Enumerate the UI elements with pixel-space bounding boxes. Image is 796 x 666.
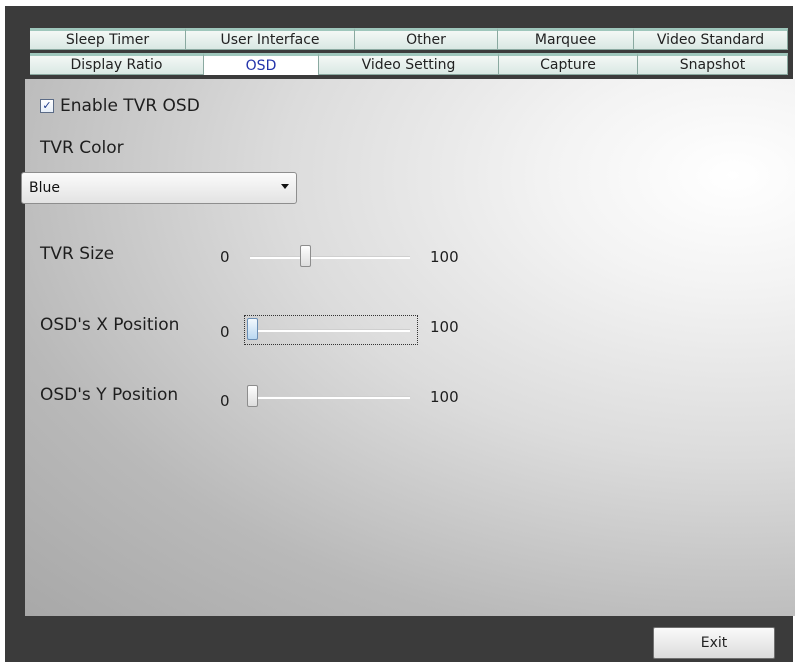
- tab-sleep-timer[interactable]: Sleep Timer: [30, 28, 186, 50]
- tvr-size-label: TVR Size: [40, 244, 115, 264]
- enable-tvr-osd-label: Enable TVR OSD: [60, 96, 200, 116]
- tvr-color-value: Blue: [29, 180, 60, 196]
- tab-video-standard[interactable]: Video Standard: [634, 28, 788, 50]
- tab-row-top: Sleep Timer User Interface Other Marquee…: [30, 28, 788, 50]
- tab-row-bottom: Display Ratio OSD Video Setting Capture …: [30, 53, 788, 75]
- osd-y-position-min: 0: [220, 392, 230, 410]
- tvr-size-slider[interactable]: [250, 256, 410, 259]
- osd-settings-panel: ✓ Enable TVR OSD TVR Color Blue TVR Size…: [21, 79, 795, 616]
- enable-tvr-osd-checkbox[interactable]: ✓ Enable TVR OSD: [40, 96, 200, 116]
- tab-display-ratio[interactable]: Display Ratio: [30, 53, 204, 75]
- osd-y-position-slider-thumb[interactable]: [247, 385, 258, 407]
- tvr-color-label: TVR Color: [40, 138, 124, 158]
- osd-y-position-label: OSD's Y Position: [40, 385, 179, 405]
- check-icon[interactable]: ✓: [40, 99, 54, 113]
- tab-other[interactable]: Other: [355, 28, 498, 50]
- tab-osd[interactable]: OSD: [204, 53, 319, 75]
- tab-video-setting[interactable]: Video Setting: [319, 53, 499, 75]
- tvr-size-slider-thumb[interactable]: [300, 245, 311, 267]
- osd-y-position-max: 100: [430, 388, 459, 406]
- osd-x-position-slider-thumb[interactable]: [247, 318, 258, 340]
- osd-x-position-slider[interactable]: [250, 329, 410, 332]
- chevron-down-icon: [281, 184, 289, 189]
- tab-snapshot[interactable]: Snapshot: [638, 53, 788, 75]
- tvr-size-min: 0: [220, 248, 230, 266]
- osd-x-position-max: 100: [430, 318, 459, 336]
- tab-capture[interactable]: Capture: [499, 53, 638, 75]
- osd-y-position-slider[interactable]: [250, 396, 410, 399]
- tab-user-interface[interactable]: User Interface: [186, 28, 355, 50]
- osd-x-position-min: 0: [220, 323, 230, 341]
- tvr-size-max: 100: [430, 248, 459, 266]
- exit-button[interactable]: Exit: [653, 627, 775, 659]
- osd-x-position-label: OSD's X Position: [40, 315, 180, 335]
- tab-marquee[interactable]: Marquee: [498, 28, 634, 50]
- tvr-color-select[interactable]: Blue: [21, 172, 297, 204]
